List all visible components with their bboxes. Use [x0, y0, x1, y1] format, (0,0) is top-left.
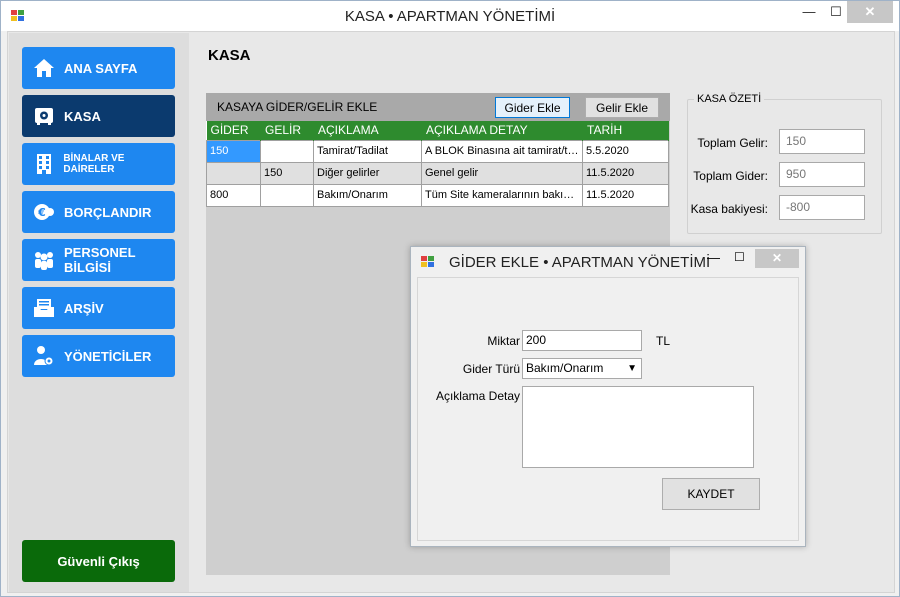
panel-title: KASAYA GİDER/GELİR EKLE: [217, 100, 378, 114]
dialog-title-bar: GİDER EKLE • APARTMAN YÖNETİMİ — ☐ ✕: [411, 247, 805, 277]
table-cell[interactable]: 11.5.2020: [582, 183, 669, 207]
table-cell[interactable]: Genel gelir: [421, 161, 583, 185]
balance-field[interactable]: -800: [779, 195, 865, 220]
archive-icon: [32, 296, 56, 320]
dialog-maximize-button[interactable]: ☐: [734, 250, 745, 264]
add-income-button[interactable]: Gelir Ekle: [585, 97, 659, 118]
chevron-down-icon: ▼: [627, 363, 637, 374]
expense-type-select[interactable]: Bakım/Onarım ▼: [522, 358, 642, 379]
amount-input[interactable]: 200: [522, 330, 642, 351]
table-cell[interactable]: 5.5.2020: [582, 139, 669, 163]
total-expense-field[interactable]: 950: [779, 162, 865, 187]
expense-type-label: Gider Türü: [462, 362, 520, 376]
table-cell[interactable]: A BLOK Binasına ait tamirat/ta...: [421, 139, 583, 163]
admin-gear-icon: [32, 344, 56, 368]
sidebar-item-personel[interactable]: PERSONEL BİLGİSİ: [22, 239, 175, 281]
column-header-gelir[interactable]: GELİR: [260, 121, 314, 140]
column-header-tarih[interactable]: TARİH: [582, 121, 669, 140]
sidebar: ANA SAYFA KASA BİNALAR VE DAİRELER € BOR…: [9, 33, 189, 592]
balance-label: Kasa bakiyesi:: [690, 202, 768, 216]
sidebar-item-label: BİNALAR VE DAİRELER: [63, 153, 125, 175]
safe-icon: [32, 104, 56, 128]
column-header-aciklama[interactable]: AÇIKLAMA: [313, 121, 422, 140]
sidebar-item-arsiv[interactable]: ARŞİV: [22, 287, 175, 329]
sidebar-item-kasa[interactable]: KASA: [22, 95, 175, 137]
sidebar-item-label: YÖNETİCİLER: [64, 348, 152, 364]
table-cell[interactable]: [206, 161, 261, 185]
sidebar-item-label: ANA SAYFA: [64, 60, 138, 76]
transactions-table[interactable]: GİDER GELİR AÇIKLAMA AÇIKLAMA DETAY TARİ…: [206, 121, 669, 207]
building-icon: [32, 152, 55, 176]
close-button[interactable]: ✕: [847, 1, 893, 23]
table-cell[interactable]: Bakım/Onarım: [313, 183, 422, 207]
table-cell[interactable]: Tamirat/Tadilat: [313, 139, 422, 163]
table-cell[interactable]: 800: [206, 183, 261, 207]
table-cell[interactable]: Tüm Site kameralarının bakımı ...: [421, 183, 583, 207]
dialog-body: Miktar 200 TL Gider Türü Bakım/Onarım ▼ …: [417, 277, 799, 541]
summary-title: KASA ÖZETİ: [694, 93, 765, 105]
table-cell[interactable]: Diğer gelirler: [313, 161, 422, 185]
save-button[interactable]: KAYDET: [662, 478, 760, 510]
add-expense-button[interactable]: Gider Ekle: [495, 97, 570, 118]
total-income-label: Toplam Gelir:: [697, 136, 768, 150]
euro-coin-icon: €: [32, 200, 56, 224]
table-cell[interactable]: [260, 139, 314, 163]
detail-textarea[interactable]: [522, 386, 754, 468]
sidebar-item-label: BORÇLANDIR: [64, 204, 152, 220]
table-cell[interactable]: [260, 183, 314, 207]
column-header-aciklama-detay[interactable]: AÇIKLAMA DETAY: [421, 121, 583, 140]
title-bar: KASA • APARTMAN YÖNETİMİ — ☐ ✕: [1, 1, 899, 31]
logout-button[interactable]: Güvenli Çıkış: [22, 540, 175, 582]
sidebar-item-ana-sayfa[interactable]: ANA SAYFA: [22, 47, 175, 89]
table-cell[interactable]: 11.5.2020: [582, 161, 669, 185]
table-header-row: GİDER GELİR AÇIKLAMA AÇIKLAMA DETAY TARİ…: [206, 121, 669, 140]
add-expense-dialog: GİDER EKLE • APARTMAN YÖNETİMİ — ☐ ✕ Mik…: [410, 246, 806, 547]
table-row[interactable]: 800 Bakım/Onarım Tüm Site kameralarının …: [206, 183, 669, 207]
table-cell[interactable]: 150: [260, 161, 314, 185]
currency-label: TL: [656, 334, 671, 348]
table-row[interactable]: 150 Diğer gelirler Genel gelir 11.5.2020: [206, 161, 669, 185]
amount-label: Miktar: [487, 334, 520, 348]
page-title: KASA: [208, 47, 251, 64]
table-row[interactable]: 150 Tamirat/Tadilat A BLOK Binasına ait …: [206, 139, 669, 163]
total-income-field[interactable]: 150: [779, 129, 865, 154]
expense-type-value: Bakım/Onarım: [526, 361, 604, 375]
svg-text:€: €: [37, 206, 46, 219]
sidebar-item-borclandir[interactable]: € BORÇLANDIR: [22, 191, 175, 233]
sidebar-item-binalar[interactable]: BİNALAR VE DAİRELER: [22, 143, 175, 185]
column-header-gider[interactable]: GİDER: [206, 121, 261, 140]
sidebar-item-label: ARŞİV: [64, 300, 104, 316]
total-expense-label: Toplam Gider:: [693, 169, 768, 183]
home-icon: [32, 56, 56, 80]
sidebar-item-label: KASA: [64, 108, 101, 124]
dialog-title: GİDER EKLE • APARTMAN YÖNETİMİ: [449, 254, 711, 271]
people-icon: [32, 248, 56, 272]
table-cell[interactable]: 150: [206, 139, 261, 163]
detail-label: Açıklama Detay: [435, 389, 520, 403]
sidebar-item-label: PERSONEL BİLGİSİ: [64, 245, 136, 275]
window-title: KASA • APARTMAN YÖNETİMİ: [344, 8, 556, 25]
dialog-close-button[interactable]: ✕: [755, 249, 799, 268]
summary-group: KASA ÖZETİ Toplam Gelir: 150 Toplam Gide…: [687, 93, 882, 234]
dialog-minimize-button[interactable]: —: [707, 250, 720, 265]
minimize-button[interactable]: —: [794, 1, 824, 23]
panel-header: KASAYA GİDER/GELİR EKLE Gider Ekle Gelir…: [206, 93, 670, 121]
app-icon: [421, 256, 434, 267]
sidebar-item-yoneticiler[interactable]: YÖNETİCİLER: [22, 335, 175, 377]
